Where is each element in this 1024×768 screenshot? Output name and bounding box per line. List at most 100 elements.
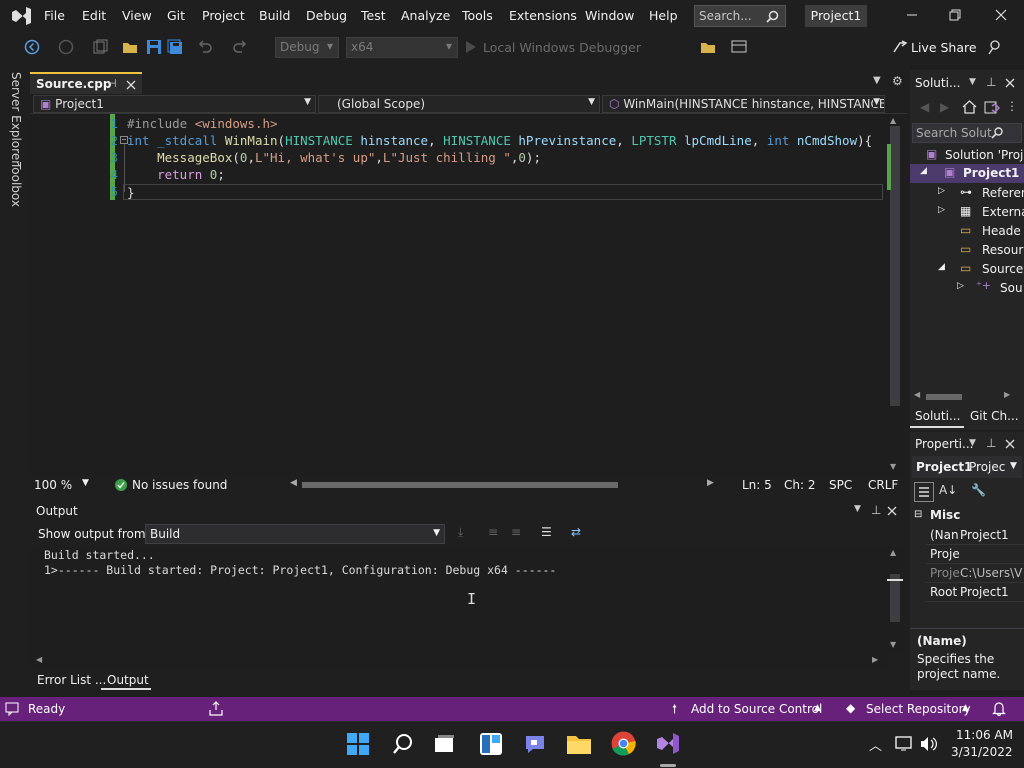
menu-tools[interactable]: Tools [462, 8, 493, 23]
undo-icon[interactable] [197, 39, 213, 55]
menu-view[interactable]: View [122, 8, 152, 23]
chevron-up-icon[interactable]: ▲ [814, 703, 821, 713]
collapsed-chevron-icon[interactable]: ▷ [957, 281, 964, 291]
editor-horizontal-scroll-thumb[interactable] [302, 482, 618, 488]
line-indicator[interactable]: Ln: 5 [742, 478, 772, 492]
menu-window[interactable]: Window [585, 8, 634, 23]
open-folder-icon[interactable] [122, 39, 140, 55]
close-icon[interactable] [995, 9, 1007, 21]
add-to-source-control[interactable]: Add to Source Control [691, 702, 822, 716]
clear-all-icon[interactable]: ☰ [541, 525, 552, 539]
issues-status[interactable]: No issues found [132, 478, 227, 492]
tab-solution-explorer[interactable]: Soluti... [910, 406, 964, 428]
line-ending-indicator[interactable]: CRLF [868, 478, 898, 492]
pane-pin-icon[interactable]: ⊥ [871, 503, 881, 517]
pin-icon[interactable]: ⊣ [107, 77, 117, 90]
widgets-icon[interactable] [479, 732, 503, 756]
pane-options-icon[interactable]: ▼ [854, 504, 861, 514]
property-pages-icon[interactable]: 🔧 [971, 483, 986, 497]
global-scope-dropdown[interactable]: (Global Scope) ▼ [318, 95, 600, 113]
property-row[interactable]: Proje C:\Users\V [926, 564, 1024, 583]
tab-git-changes[interactable]: Git Ch... [970, 409, 1019, 423]
code-editor[interactable]: − 1 2 3 4 5 #include <windows.h> int _st… [30, 114, 887, 478]
volume-icon[interactable] [919, 735, 939, 753]
chevron-up-icon[interactable]: ▲ [962, 703, 969, 713]
menu-git[interactable]: Git [167, 8, 185, 23]
output-text-area[interactable]: Build started... 1>------ Build started:… [30, 546, 887, 654]
search-input[interactable]: Search... [694, 5, 786, 27]
column-indicator[interactable]: Ch: 2 [784, 478, 815, 492]
platform-dropdown[interactable]: x64 ▾ [346, 37, 458, 58]
pane-pin-icon[interactable]: ⊥ [986, 75, 996, 89]
pane-pin-icon[interactable]: ⊥ [986, 436, 996, 450]
home-icon[interactable] [962, 100, 977, 114]
toolbar-overflow-icon[interactable]: ⋮ [1006, 99, 1018, 113]
expanded-chevron-icon[interactable]: ◢ [920, 166, 927, 176]
whitespace-indicator[interactable]: SPC [829, 478, 852, 492]
tree-node-headers[interactable]: ▭ Heade [910, 222, 1024, 240]
configuration-dropdown[interactable]: Debug ▾ [275, 37, 339, 58]
output-source-dropdown[interactable]: Build ▼ [145, 524, 445, 544]
property-row[interactable]: Root Project1 [926, 583, 1024, 602]
open-folder-small-icon[interactable] [700, 39, 718, 55]
teams-chat-icon[interactable] [523, 732, 547, 756]
toolbox-tab[interactable]: Toolbox [9, 162, 23, 207]
menu-edit[interactable]: Edit [82, 8, 106, 23]
start-debug-icon[interactable] [465, 41, 477, 53]
save-all-icon[interactable] [167, 39, 183, 55]
property-row[interactable]: Proje [926, 545, 1024, 564]
editor-vertical-scrollbar[interactable]: ▲ ▼ [887, 114, 903, 478]
chrome-icon[interactable] [611, 731, 636, 756]
editor-scroll-thumb[interactable] [890, 126, 900, 406]
tree-node-resources[interactable]: ▭ Resour [910, 241, 1024, 259]
collapsed-chevron-icon[interactable]: ▷ [938, 186, 945, 196]
menu-debug[interactable]: Debug [306, 8, 347, 23]
back-icon[interactable] [24, 39, 40, 55]
task-view-icon[interactable] [434, 734, 456, 754]
zoom-dropdown[interactable]: 100 % [34, 478, 72, 492]
live-share-button[interactable]: Live Share [911, 40, 977, 55]
menu-build[interactable]: Build [259, 8, 290, 23]
restore-icon[interactable] [949, 9, 961, 21]
zoom-chevron-icon[interactable]: ▼ [82, 478, 89, 488]
visual-studio-icon[interactable] [655, 731, 680, 756]
minimize-icon[interactable] [906, 9, 918, 21]
pane-options-icon[interactable]: ▼ [969, 77, 976, 87]
tab-output[interactable]: Output [101, 670, 151, 690]
document-tab-source[interactable]: Source.cpp ⊣ [30, 72, 142, 94]
window-layout-icon[interactable] [731, 39, 749, 55]
vs-logo-icon[interactable] [10, 6, 32, 26]
tab-error-list[interactable]: Error List ... [37, 673, 106, 687]
pane-close-icon[interactable] [887, 506, 897, 516]
menu-test[interactable]: Test [361, 8, 386, 23]
tree-node-project[interactable]: ◢ ▣ Project1 [910, 164, 1024, 183]
menu-extensions[interactable]: Extensions [509, 8, 577, 23]
back-nav-icon[interactable]: ◀ [920, 100, 929, 114]
category-collapse-icon[interactable]: ⊟ [914, 509, 922, 520]
close-tab-icon[interactable] [126, 80, 136, 90]
file-explorer-icon[interactable] [566, 732, 592, 756]
forward-nav-icon[interactable]: ▶ [940, 100, 949, 114]
pane-close-icon[interactable] [1005, 78, 1015, 88]
menu-analyze[interactable]: Analyze [401, 8, 450, 23]
tree-node-source-files[interactable]: ◢ ▭ Source [910, 260, 1024, 278]
live-share-icon[interactable] [892, 40, 908, 54]
alphabetical-icon[interactable]: A↓ [939, 483, 957, 497]
hscroll-left-icon[interactable]: ◀ [290, 478, 297, 488]
output-horizontal-scrollbar[interactable]: ◀ ▶ [30, 654, 887, 668]
clock-time[interactable]: 11:06 AM [956, 728, 1013, 742]
tree-node-references[interactable]: ▷ ⊶ Referen [910, 184, 1024, 202]
save-icon[interactable] [146, 39, 162, 55]
menu-project[interactable]: Project [202, 8, 245, 23]
property-row[interactable]: (Nan Project1 [926, 526, 1024, 545]
word-wrap-icon[interactable]: ⇄ [571, 525, 581, 539]
project-scope-dropdown[interactable]: ▣ Project1 ▼ [33, 95, 316, 113]
tree-node-external[interactable]: ▷ ▦ Externa [910, 203, 1024, 221]
new-project-icon[interactable] [92, 39, 110, 55]
network-icon[interactable] [895, 735, 915, 753]
output-vertical-scrollbar[interactable]: ▲ ▼ [887, 546, 903, 654]
windows-start-icon[interactable] [347, 733, 369, 755]
menu-help[interactable]: Help [649, 8, 678, 23]
search-icon[interactable] [392, 733, 414, 755]
solution-search-input[interactable]: Search Solut [912, 123, 1022, 143]
